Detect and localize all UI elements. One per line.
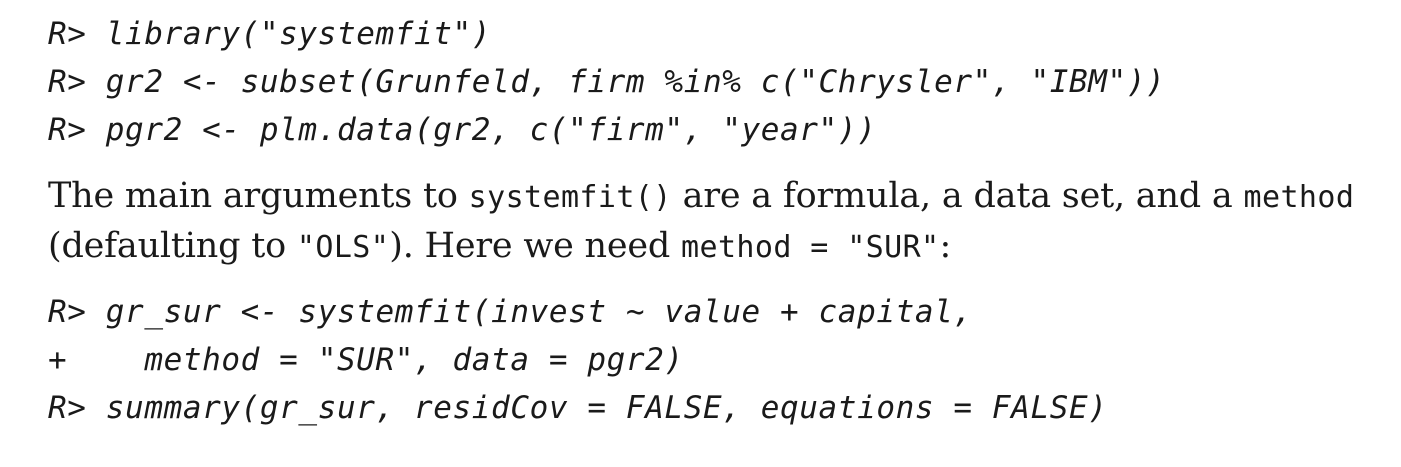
explanatory-paragraph: The main arguments to systemfit() are a … [48,172,1393,272]
code-block-library-setup: R> library("systemfit") R> gr2 <- subset… [48,10,1393,154]
inline-code: systemfit() [468,180,672,215]
inline-code: "OLS" [296,230,390,265]
paragraph-text: are a formula, a data set, and a [671,176,1244,216]
code-line: R> gr_sur <- systemfit(invest ~ value + … [48,294,973,330]
code-line: R> pgr2 <- plm.data(gr2, c("firm", "year… [48,112,877,148]
code-line: R> summary(gr_sur, residCov = FALSE, equ… [48,390,1108,426]
code-line: R> library("systemfit") [48,16,492,52]
inline-code: method [1243,180,1355,215]
code-line: + method = "SUR", data = pgr2) [48,342,684,378]
paragraph-text: (defaulting to [48,226,297,266]
paragraph-line: (defaulting to "OLS"). Here we need meth… [48,222,1393,272]
paragraph-line: The main arguments to systemfit() are a … [48,172,1393,222]
paragraph-text: The main arguments to [48,176,469,216]
code-line: R> gr2 <- subset(Grunfeld, firm %in% c("… [48,64,1166,100]
code-block-sur-estimation: R> gr_sur <- systemfit(invest ~ value + … [48,288,1393,432]
paragraph-text: : [939,226,952,266]
paragraph-text: ). Here we need [389,226,682,266]
inline-code: method = "SUR" [681,230,940,265]
document-page: R> library("systemfit") R> gr2 <- subset… [48,10,1393,432]
